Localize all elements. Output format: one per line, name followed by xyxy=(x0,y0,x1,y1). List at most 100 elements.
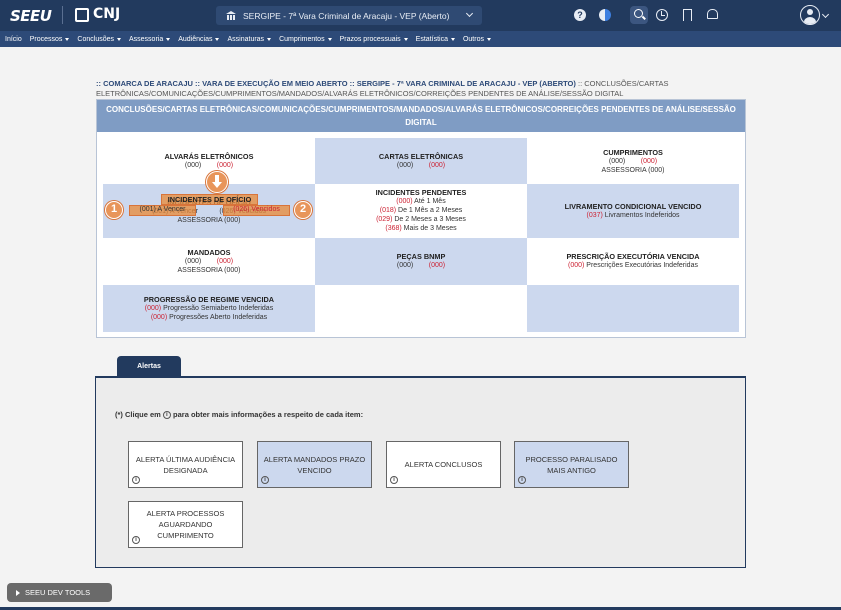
alertas-panel: (*) Clique em i para obter mais informaç… xyxy=(95,376,746,568)
cell-title: INCIDENTES PENDENTES xyxy=(375,188,467,197)
bookmark-icon[interactable] xyxy=(683,9,692,21)
cell-title: PRESCRIÇÃO EXECUTÓRIA VENCIDA xyxy=(566,252,700,261)
toolbar-actions xyxy=(626,4,728,26)
alert-box[interactable]: ALERTA PROCESSOS AGUARDANDO CUMPRIMENTO … xyxy=(128,501,243,548)
count[interactable]: (000) xyxy=(397,262,413,269)
pending-panel: CONCLUSÕES/CARTAS ELETRÔNICAS/COMUNICAÇÕ… xyxy=(96,99,746,338)
panel-header: CONCLUSÕES/CARTAS ELETRÔNICAS/COMUNICAÇÕ… xyxy=(97,100,745,132)
cell-empty xyxy=(527,285,739,332)
info-icon[interactable]: i xyxy=(390,476,398,484)
cell-incidentes-pendentes[interactable]: INCIDENTES PENDENTES (000) Até 1 Mês (01… xyxy=(315,184,527,238)
info-icon[interactable]: i xyxy=(132,476,140,484)
menu-processos[interactable]: Processos xyxy=(30,36,70,43)
count-red[interactable]: (000) xyxy=(217,162,233,169)
search-icon[interactable] xyxy=(630,6,648,24)
cell-title: ALVARÁS ELETRÔNICOS xyxy=(164,152,254,161)
info-icon[interactable]: i xyxy=(261,476,269,484)
cell-title: CARTAS ELETRÔNICAS xyxy=(378,152,464,161)
count-red[interactable]: (000) xyxy=(429,262,445,269)
dropdown-caret-icon xyxy=(65,37,70,41)
dropdown-caret-icon xyxy=(166,37,171,41)
arrow-down-icon xyxy=(206,171,228,193)
dropdown-caret-icon xyxy=(215,37,220,41)
highlight-a-vencer-text[interactable]: (001) A Vencer xyxy=(129,206,196,213)
tab-alertas[interactable]: Alertas xyxy=(117,356,181,377)
highlight-title-text: INCIDENTES DE OFÍCIO xyxy=(167,195,252,204)
alert-box[interactable]: PROCESSO PARALISADO MAIS ANTIGO i xyxy=(514,441,629,488)
info-icon[interactable]: i xyxy=(518,476,526,484)
cell-sub[interactable]: ASSESSORIA (000) xyxy=(103,216,315,225)
info-icon: i xyxy=(162,411,171,420)
user-menu-chevron-icon[interactable] xyxy=(821,10,830,19)
cell-title: PEÇAS BNMP xyxy=(396,252,446,261)
contrast-icon[interactable] xyxy=(599,9,611,21)
breadcrumb-path: :: COMARCA DE ARACAJU :: VARA DE EXECUÇÃ… xyxy=(96,79,576,88)
menu-prazos[interactable]: Prazos processuais xyxy=(340,36,408,43)
user-avatar-icon[interactable] xyxy=(800,5,820,25)
menu-inicio[interactable]: Início xyxy=(5,36,22,43)
menu-audiencias[interactable]: Audiências xyxy=(178,36,220,43)
pendentes-row[interactable]: (368) Mais de 3 Meses xyxy=(315,224,527,233)
cell-progressao[interactable]: PROGRESSÃO DE REGIME VENCIDA (000) Progr… xyxy=(103,285,315,332)
count-red[interactable]: (000) xyxy=(429,162,445,169)
livramento-row[interactable]: (037) Livramentos Indeferidos xyxy=(527,211,739,220)
count[interactable]: (000) xyxy=(185,258,201,265)
menu-cumprimentos[interactable]: Cumprimentos xyxy=(279,36,332,43)
dropdown-caret-icon xyxy=(117,37,121,41)
dev-tools-button[interactable]: SEEU DEV TOOLS xyxy=(7,583,112,602)
bell-icon[interactable] xyxy=(707,9,718,19)
pendentes-row[interactable]: (029) De 2 Meses a 3 Meses xyxy=(315,215,527,224)
help-icon[interactable]: ? xyxy=(574,9,586,21)
count[interactable]: (000) xyxy=(185,162,201,169)
play-icon xyxy=(16,589,20,596)
cell-cumprimentos[interactable]: CUMPRIMENTOS (000) (000) ASSESSORIA (000… xyxy=(527,138,739,184)
dropdown-caret-icon xyxy=(327,37,332,41)
court-selector-label: SERGIPE - 7ª Vara Criminal de Aracaju - … xyxy=(243,10,450,21)
alert-box[interactable]: ALERTA CONCLUSOS i xyxy=(386,441,501,488)
menu-outros[interactable]: Outros xyxy=(463,36,491,43)
prescricao-row[interactable]: (000) Prescrições Executórias Indeferida… xyxy=(527,261,739,270)
cell-pecas[interactable]: PEÇAS BNMP (000) (000) xyxy=(315,238,527,285)
cell-mandados[interactable]: MANDADOS (000) (000) ASSESSORIA (000) xyxy=(103,238,315,285)
count[interactable]: (000) xyxy=(609,158,625,165)
dropdown-caret-icon xyxy=(450,37,455,41)
top-bar: SEEU CNJ SERGIPE - 7ª Vara Criminal de A… xyxy=(0,0,841,31)
cell-title: LIVRAMENTO CONDICIONAL VENCIDO xyxy=(564,202,702,211)
menu-estatistica[interactable]: Estatística xyxy=(416,36,455,43)
cell-title: CUMPRIMENTOS xyxy=(603,148,663,157)
count[interactable]: (000) xyxy=(397,162,413,169)
menu-assessoria[interactable]: Assessoria xyxy=(129,36,171,43)
progressao-row[interactable]: (000) Progressões Aberto Indeferidas xyxy=(103,313,315,322)
alert-box[interactable]: ALERTA ÚLTIMA AUDIÊNCIA DESIGNADA i xyxy=(128,441,243,488)
pendentes-row[interactable]: (000) Até 1 Mês xyxy=(315,197,527,206)
progressao-row[interactable]: (000) Progressão Semiaberto Indeferidas xyxy=(103,304,315,313)
info-icon[interactable]: i xyxy=(132,536,140,544)
dropdown-caret-icon xyxy=(486,37,491,41)
cell-prescricao[interactable]: PRESCRIÇÃO EXECUTÓRIA VENCIDA (000) Pres… xyxy=(527,238,739,285)
cell-empty xyxy=(315,285,527,332)
menu-assinaturas[interactable]: Assinaturas xyxy=(227,36,272,43)
count-red[interactable]: (000) xyxy=(217,258,233,265)
marker-one: 1 xyxy=(105,201,123,219)
cell-sub[interactable]: ASSESSORIA (000) xyxy=(103,266,315,275)
pendentes-row[interactable]: (018) De 1 Mês a 2 Meses xyxy=(315,206,527,215)
cell-sub[interactable]: ASSESSORIA (000) xyxy=(527,166,739,175)
cell-cartas[interactable]: CARTAS ELETRÔNICAS (000) (000) xyxy=(315,138,527,184)
history-icon[interactable] xyxy=(656,9,668,21)
alert-box[interactable]: ALERTA MANDADOS PRAZO VENCIDO i xyxy=(257,441,372,488)
alertas-note: (*) Clique em i para obter mais informaç… xyxy=(115,410,364,420)
court-selector[interactable]: SERGIPE - 7ª Vara Criminal de Aracaju - … xyxy=(216,6,482,25)
dropdown-caret-icon xyxy=(403,37,408,41)
cnj-mark-icon xyxy=(75,8,89,22)
highlight-vencidos-text[interactable]: (026) Vencidos xyxy=(223,206,290,213)
seeu-logo[interactable]: SEEU xyxy=(10,7,52,25)
marker-two: 2 xyxy=(294,201,312,219)
dropdown-caret-icon xyxy=(267,37,272,41)
menu-conclusoes[interactable]: Conclusões xyxy=(77,36,121,43)
cnj-logo: CNJ xyxy=(93,6,121,22)
count-red[interactable]: (000) xyxy=(641,158,657,165)
chevron-down-icon xyxy=(465,9,474,18)
cell-title: PROGRESSÃO DE REGIME VENCIDA xyxy=(143,295,275,304)
cell-livramento[interactable]: LIVRAMENTO CONDICIONAL VENCIDO (037) Liv… xyxy=(527,184,739,238)
logo-divider xyxy=(62,6,63,24)
